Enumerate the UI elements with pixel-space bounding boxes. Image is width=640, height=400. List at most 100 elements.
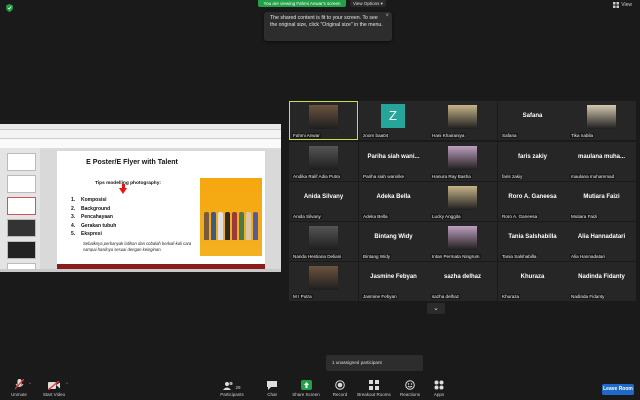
shared-screen: E Poster/E Flyer with Talent Tips modell… <box>0 124 281 272</box>
participant-tile[interactable]: M I Putra <box>289 262 358 301</box>
start-video-button[interactable]: Start Video <box>38 376 70 400</box>
participant-tile[interactable]: Khuraza Khuraza <box>498 262 567 301</box>
participant-display-name: Khuraza <box>520 274 545 280</box>
record-icon <box>335 380 345 390</box>
participant-tile[interactable]: Zzoom baa04 <box>359 101 428 140</box>
participant-name-label: Mutiara Faizi <box>570 214 599 219</box>
participant-video <box>587 105 616 129</box>
viewing-screen-banner: You are viewing Fahmi Anwar's screen <box>258 0 346 7</box>
participant-name-label: Nadinda Fidanty <box>570 294 606 299</box>
participant-tile[interactable]: sazha delhaz sazha delhaz <box>428 262 497 301</box>
slide-thumbnail <box>7 197 36 215</box>
arrow-down-icon <box>119 184 127 194</box>
participant-tile[interactable]: Tika nabila <box>567 101 636 140</box>
participant-name-label: Adeka Bella <box>362 214 389 219</box>
shield-icon[interactable] <box>6 4 13 12</box>
chevron-down-icon[interactable]: ⌄ <box>427 303 445 314</box>
participant-name-label: Safana <box>501 133 518 138</box>
smiley-icon <box>405 380 415 390</box>
participant-name-label: Lucky Anggita <box>431 214 462 219</box>
participant-tile[interactable]: maulana muha... maulana muhammad <box>567 142 636 181</box>
participant-name-label: Tania Salshabilla <box>501 254 538 259</box>
participant-tile[interactable]: Alia Hannadatari Alia Hannadatari <box>567 222 636 261</box>
group-photo <box>200 178 262 256</box>
view-options-button[interactable]: View Options ▾ <box>350 0 386 7</box>
view-button[interactable]: View <box>613 2 632 8</box>
participant-tile[interactable]: Pariha siah wani... Pariha siah wanirike <box>359 142 428 181</box>
tooltip-text: The shared content is fit to your screen… <box>270 15 383 28</box>
participant-tile[interactable]: Anida Silvany Anida Silvany <box>289 182 358 221</box>
breakout-rooms-button[interactable]: Breakout Rooms <box>355 376 393 400</box>
participant-tile[interactable]: faris zakiy faris zakiy <box>498 142 567 181</box>
participants-icon <box>223 381 234 390</box>
participant-display-name: Mutiara Faizi <box>583 194 620 200</box>
participant-tile[interactable]: Nanda Hestiana Deliani <box>289 222 358 261</box>
chevron-up-icon[interactable]: ^ <box>29 381 31 386</box>
participant-display-name: Bintang Widy <box>374 234 413 240</box>
chat-button[interactable]: Chat <box>262 376 282 400</box>
participant-name-label: faris zakiy <box>501 174 524 179</box>
reactions-button[interactable]: Reactions <box>397 376 423 400</box>
apps-button[interactable]: Apps <box>430 376 448 400</box>
participant-display-name: Nadinda Fidanty <box>578 274 625 280</box>
participants-button[interactable]: 29 Participants <box>218 376 246 400</box>
unassigned-participant-notice[interactable]: 1 unassigned participant <box>326 355 423 371</box>
participant-tile[interactable]: Fahmi Anwar <box>289 101 358 140</box>
list-item: 5. Ekspresi <box>71 231 102 237</box>
unmute-button[interactable]: Unmute <box>4 376 34 400</box>
participant-display-name: Adeka Bella <box>376 194 411 200</box>
slide-title: E Poster/E Flyer with Talent <box>86 159 178 166</box>
participant-tile[interactable]: Jasmine Febyan Jasmine Febyan <box>359 262 428 301</box>
slide-list: 1. Komposisi 2. Background 3. Pencahayaan 4… <box>71 197 116 240</box>
participant-name-label: Alia Hannadatari <box>570 254 606 259</box>
participant-tile[interactable]: Lucky Anggita <box>428 182 497 221</box>
video-off-icon <box>48 381 60 390</box>
slide-thumbnail <box>7 153 36 171</box>
ppt-ribbon-tabs <box>0 130 281 139</box>
close-icon[interactable]: × <box>385 13 389 20</box>
list-item: 1. Komposisi <box>71 197 107 203</box>
participant-tile[interactable]: Bintang Widy Bintang Widy <box>359 222 428 261</box>
participant-name-label: Roro A. Ganeesa <box>501 214 539 219</box>
microphone-muted-icon <box>14 379 24 390</box>
view-label: View <box>621 2 632 8</box>
participant-name-label: Khuraza <box>501 294 521 299</box>
participant-tile[interactable]: Hanura Ray Basha <box>428 142 497 181</box>
participant-name-label: maulana muhammad <box>570 174 616 179</box>
meeting-toolbar: Unmute ^ Start Video ^ 29 Participants C… <box>0 376 640 400</box>
grid-icon <box>613 2 620 8</box>
participant-tile[interactable]: Andika Ralif Adia Putra <box>289 142 358 181</box>
participant-name-label: Bintang Widy <box>362 254 392 259</box>
participant-tile[interactable]: Mutiara Faizi Mutiara Faizi <box>567 182 636 221</box>
ppt-ribbon <box>0 139 281 149</box>
participant-display-name: Safana <box>522 113 543 119</box>
participant-display-name: faris zakiy <box>517 154 548 160</box>
ppt-status-bar <box>0 269 281 272</box>
participant-display-name: maulana muha... <box>577 154 625 160</box>
participant-tile[interactable]: Safana Safana <box>498 101 567 140</box>
participant-video <box>448 226 477 250</box>
participant-name-label: Fahmi Anwar <box>292 133 321 138</box>
apps-icon <box>434 380 444 390</box>
participant-display-name: Anida Silvany <box>303 194 344 200</box>
leave-room-button[interactable]: Leave Room <box>602 384 634 395</box>
chevron-up-icon[interactable]: ^ <box>66 381 68 386</box>
participant-name-label: sazha delhaz <box>431 294 461 299</box>
share-screen-button[interactable]: Share Screen <box>289 376 323 400</box>
participant-tile[interactable]: Adeka Bella Adeka Bella <box>359 182 428 221</box>
participant-name-label: Pariha siah wanirike <box>362 174 406 179</box>
participant-tile[interactable]: Nadinda Fidanty Nadinda Fidanty <box>567 262 636 301</box>
participant-name-label: zoom baa04 <box>362 133 390 138</box>
fit-screen-tooltip: The shared content is fit to your screen… <box>264 12 392 41</box>
slide-thumbnail <box>7 241 36 259</box>
participant-avatar: Z <box>381 104 405 128</box>
participant-tile[interactable]: Tania Salshabilla Tania Salshabilla <box>498 222 567 261</box>
record-button[interactable]: Record <box>329 376 351 400</box>
list-item: 2. Background <box>71 205 111 212</box>
participant-display-name: Alia Hannadatari <box>577 234 626 240</box>
participant-tile[interactable]: Hani Khairaniya <box>428 101 497 140</box>
slide-thumbnail <box>7 219 36 237</box>
participant-tile[interactable]: Intan Permata Ningrum <box>428 222 497 261</box>
participant-tile[interactable]: Roro A. Ganeesa Roro A. Ganeesa <box>498 182 567 221</box>
participant-video <box>309 226 338 250</box>
